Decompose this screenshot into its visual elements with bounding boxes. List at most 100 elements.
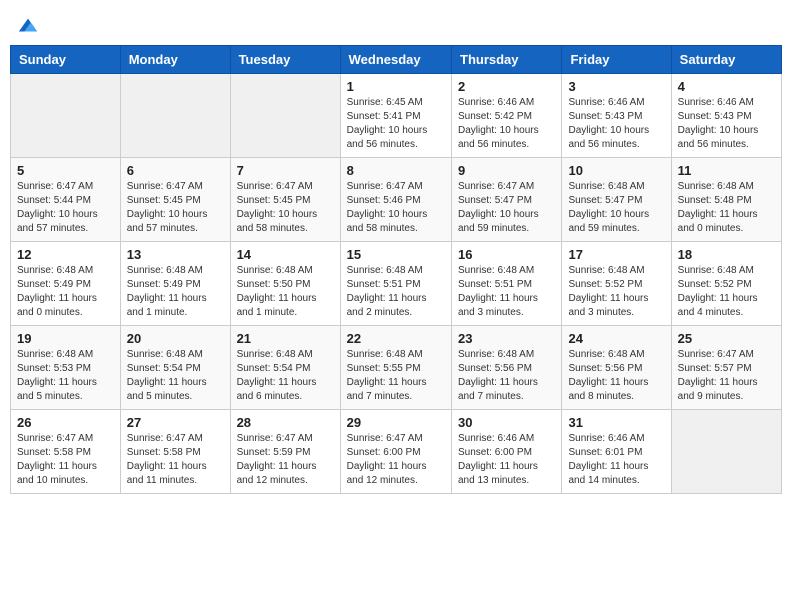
day-number: 28 (237, 415, 334, 430)
day-cell: 4 Sunrise: 6:46 AM Sunset: 5:43 PM Daylig… (671, 74, 781, 158)
day-number: 10 (568, 163, 664, 178)
day-info: Sunrise: 6:48 AM Sunset: 5:52 PM Dayligh… (568, 264, 664, 320)
day-info: Sunrise: 6:47 AM Sunset: 5:45 PM Dayligh… (237, 180, 334, 236)
day-cell: 9 Sunrise: 6:47 AM Sunset: 5:47 PM Daylig… (452, 158, 562, 242)
day-cell: 11 Sunrise: 6:48 AM Sunset: 5:48 PM Dayli… (671, 158, 781, 242)
day-number: 18 (678, 247, 775, 262)
day-number: 5 (17, 163, 114, 178)
day-number: 23 (458, 331, 555, 346)
weekday-header-sunday: Sunday (11, 46, 121, 74)
day-number: 6 (127, 163, 224, 178)
day-number: 17 (568, 247, 664, 262)
day-number: 27 (127, 415, 224, 430)
day-number: 8 (347, 163, 445, 178)
day-info: Sunrise: 6:48 AM Sunset: 5:48 PM Dayligh… (678, 180, 775, 236)
day-cell (671, 410, 781, 494)
day-cell: 6 Sunrise: 6:47 AM Sunset: 5:45 PM Daylig… (120, 158, 230, 242)
day-cell: 19Sunrise: 6:48 AM Sunset: 5:53 PM Dayli… (11, 326, 121, 410)
week-row-1: 1Sunrise: 6:45 AM Sunset: 5:41 PM Daylig… (11, 74, 782, 158)
day-number: 4 (678, 79, 775, 94)
weekday-header-row: SundayMondayTuesdayWednesdayThursdayFrid… (11, 46, 782, 74)
weekday-header-monday: Monday (120, 46, 230, 74)
day-info: Sunrise: 6:48 AM Sunset: 5:54 PM Dayligh… (127, 348, 224, 404)
day-number: 12 (17, 247, 114, 262)
week-row-3: 12 Sunrise: 6:48 AM Sunset: 5:49 PM Dayli… (11, 242, 782, 326)
day-info: Sunrise: 6:48 AM Sunset: 5:49 PM Dayligh… (127, 264, 224, 320)
day-info: Sunrise: 6:47 AM Sunset: 5:46 PM Dayligh… (347, 180, 445, 236)
day-info: Sunrise: 6:46 AM Sunset: 5:43 PM Dayligh… (678, 96, 775, 152)
day-number: 1 (347, 79, 445, 94)
day-number: 3 (568, 79, 664, 94)
day-info: Sunrise: 6:47 AM Sunset: 5:45 PM Dayligh… (127, 180, 224, 236)
day-info: Sunrise: 6:48 AM Sunset: 5:51 PM Dayligh… (347, 264, 445, 320)
logo-icon (17, 15, 39, 37)
weekday-header-thursday: Thursday (452, 46, 562, 74)
weekday-header-saturday: Saturday (671, 46, 781, 74)
day-cell: 8 Sunrise: 6:47 AM Sunset: 5:46 PM Daylig… (340, 158, 451, 242)
day-number: 13 (127, 247, 224, 262)
day-cell: 17 Sunrise: 6:48 AM Sunset: 5:52 PM Dayli… (562, 242, 671, 326)
day-info: Sunrise: 6:46 AM Sunset: 6:01 PM Dayligh… (568, 432, 664, 488)
day-number: 31 (568, 415, 664, 430)
calendar-body: 1Sunrise: 6:45 AM Sunset: 5:41 PM Daylig… (11, 74, 782, 494)
day-cell: 16Sunrise: 6:48 AM Sunset: 5:51 PM Dayli… (452, 242, 562, 326)
logo (15, 15, 39, 37)
day-cell: 30Sunrise: 6:46 AM Sunset: 6:00 PM Dayli… (452, 410, 562, 494)
day-cell (230, 74, 340, 158)
day-number: 26 (17, 415, 114, 430)
day-info: Sunrise: 6:48 AM Sunset: 5:55 PM Dayligh… (347, 348, 445, 404)
day-cell: 27Sunrise: 6:47 AM Sunset: 5:58 PM Dayli… (120, 410, 230, 494)
day-cell: 22Sunrise: 6:48 AM Sunset: 5:55 PM Dayli… (340, 326, 451, 410)
day-info: Sunrise: 6:47 AM Sunset: 5:57 PM Dayligh… (678, 348, 775, 404)
day-info: Sunrise: 6:47 AM Sunset: 5:59 PM Dayligh… (237, 432, 334, 488)
day-cell: 10Sunrise: 6:48 AM Sunset: 5:47 PM Dayli… (562, 158, 671, 242)
day-number: 29 (347, 415, 445, 430)
day-cell (120, 74, 230, 158)
week-row-4: 19Sunrise: 6:48 AM Sunset: 5:53 PM Dayli… (11, 326, 782, 410)
day-number: 24 (568, 331, 664, 346)
calendar-table: SundayMondayTuesdayWednesdayThursdayFrid… (10, 45, 782, 494)
day-info: Sunrise: 6:46 AM Sunset: 6:00 PM Dayligh… (458, 432, 555, 488)
week-row-2: 5Sunrise: 6:47 AM Sunset: 5:44 PM Daylig… (11, 158, 782, 242)
day-cell: 23Sunrise: 6:48 AM Sunset: 5:56 PM Dayli… (452, 326, 562, 410)
day-cell: 29 Sunrise: 6:47 AM Sunset: 6:00 PM Dayli… (340, 410, 451, 494)
day-cell: 24Sunrise: 6:48 AM Sunset: 5:56 PM Dayli… (562, 326, 671, 410)
day-cell: 20 Sunrise: 6:48 AM Sunset: 5:54 PM Dayli… (120, 326, 230, 410)
day-info: Sunrise: 6:48 AM Sunset: 5:53 PM Dayligh… (17, 348, 114, 404)
day-cell: 26Sunrise: 6:47 AM Sunset: 5:58 PM Dayli… (11, 410, 121, 494)
day-info: Sunrise: 6:46 AM Sunset: 5:42 PM Dayligh… (458, 96, 555, 152)
day-cell: 1Sunrise: 6:45 AM Sunset: 5:41 PM Daylig… (340, 74, 451, 158)
day-number: 21 (237, 331, 334, 346)
day-number: 20 (127, 331, 224, 346)
day-number: 9 (458, 163, 555, 178)
day-number: 2 (458, 79, 555, 94)
day-cell: 25 Sunrise: 6:47 AM Sunset: 5:57 PM Dayli… (671, 326, 781, 410)
day-info: Sunrise: 6:48 AM Sunset: 5:51 PM Dayligh… (458, 264, 555, 320)
day-cell: 18 Sunrise: 6:48 AM Sunset: 5:52 PM Dayli… (671, 242, 781, 326)
weekday-header-tuesday: Tuesday (230, 46, 340, 74)
day-number: 25 (678, 331, 775, 346)
day-cell: 7 Sunrise: 6:47 AM Sunset: 5:45 PM Daylig… (230, 158, 340, 242)
day-info: Sunrise: 6:47 AM Sunset: 6:00 PM Dayligh… (347, 432, 445, 488)
page-header (10, 10, 782, 37)
day-cell (11, 74, 121, 158)
day-cell: 15 Sunrise: 6:48 AM Sunset: 5:51 PM Dayli… (340, 242, 451, 326)
day-cell: 14 Sunrise: 6:48 AM Sunset: 5:50 PM Dayli… (230, 242, 340, 326)
day-cell: 31 Sunrise: 6:46 AM Sunset: 6:01 PM Dayli… (562, 410, 671, 494)
day-cell: 13 Sunrise: 6:48 AM Sunset: 5:49 PM Dayli… (120, 242, 230, 326)
day-cell: 3Sunrise: 6:46 AM Sunset: 5:43 PM Daylig… (562, 74, 671, 158)
day-cell: 2 Sunrise: 6:46 AM Sunset: 5:42 PM Daylig… (452, 74, 562, 158)
day-info: Sunrise: 6:47 AM Sunset: 5:47 PM Dayligh… (458, 180, 555, 236)
day-info: Sunrise: 6:48 AM Sunset: 5:49 PM Dayligh… (17, 264, 114, 320)
weekday-header-wednesday: Wednesday (340, 46, 451, 74)
day-info: Sunrise: 6:48 AM Sunset: 5:52 PM Dayligh… (678, 264, 775, 320)
day-number: 7 (237, 163, 334, 178)
weekday-header-friday: Friday (562, 46, 671, 74)
week-row-5: 26Sunrise: 6:47 AM Sunset: 5:58 PM Dayli… (11, 410, 782, 494)
day-number: 15 (347, 247, 445, 262)
day-info: Sunrise: 6:48 AM Sunset: 5:50 PM Dayligh… (237, 264, 334, 320)
day-cell: 28 Sunrise: 6:47 AM Sunset: 5:59 PM Dayli… (230, 410, 340, 494)
day-number: 11 (678, 163, 775, 178)
day-cell: 21Sunrise: 6:48 AM Sunset: 5:54 PM Dayli… (230, 326, 340, 410)
day-number: 14 (237, 247, 334, 262)
